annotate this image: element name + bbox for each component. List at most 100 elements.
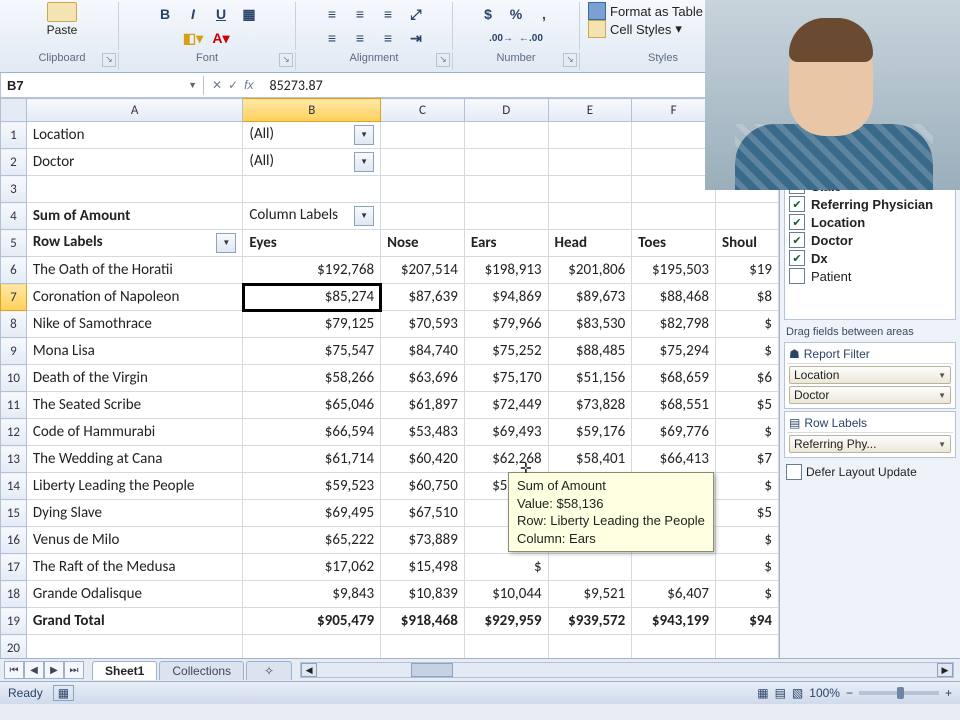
field-patient[interactable]: Patient <box>787 267 953 285</box>
row-header-1[interactable]: 1 <box>1 122 27 149</box>
view-normal-icon[interactable]: ▦ <box>757 686 768 700</box>
row-header-13[interactable]: 13 <box>1 446 27 473</box>
row-header-6[interactable]: 6 <box>1 257 27 284</box>
zoom-in-icon[interactable]: + <box>945 686 952 700</box>
view-break-icon[interactable]: ▧ <box>792 686 803 700</box>
underline-button[interactable]: U <box>209 2 233 26</box>
row-header-5[interactable]: 5 <box>1 230 27 257</box>
tab-collections[interactable]: Collections <box>159 661 244 680</box>
worksheet-grid[interactable]: ABCDEFG1Location(All)▼2Doctor(All)▼34Sum… <box>0 98 779 658</box>
decrease-decimal-button[interactable]: ←.00 <box>518 26 544 50</box>
row-header-19[interactable]: 19 <box>1 608 27 635</box>
column-header-F[interactable]: F <box>632 99 716 122</box>
column-header-B[interactable]: B <box>243 99 381 122</box>
column-header-C[interactable]: C <box>381 99 465 122</box>
row-header-11[interactable]: 11 <box>1 392 27 419</box>
font-launcher-icon[interactable]: ↘ <box>279 53 293 67</box>
chevron-down-icon[interactable]: ▼ <box>188 80 197 90</box>
macro-record-icon[interactable]: ▦ <box>53 685 74 701</box>
row-header-20[interactable]: 20 <box>1 635 27 659</box>
pill-location[interactable]: Location▼ <box>789 366 951 384</box>
cell-styles-button[interactable]: Cell Styles ▾ <box>588 20 682 38</box>
horizontal-scrollbar[interactable]: ◀ ▶ <box>300 662 954 678</box>
defer-layout-checkbox[interactable]: Defer Layout Update <box>784 460 956 484</box>
row-header-17[interactable]: 17 <box>1 554 27 581</box>
row-header-7[interactable]: 7 <box>1 284 27 311</box>
report-filter-area[interactable]: ☗Report Filter Location▼Doctor▼ <box>784 342 956 409</box>
row-header-10[interactable]: 10 <box>1 365 27 392</box>
indent-button[interactable]: ⇥ <box>404 26 428 50</box>
field-doctor[interactable]: Doctor <box>787 231 953 249</box>
select-all-corner[interactable] <box>1 99 27 122</box>
view-layout-icon[interactable]: ▤ <box>775 686 786 700</box>
row-label: Nike of Samothrace <box>26 311 243 338</box>
row-header-15[interactable]: 15 <box>1 500 27 527</box>
data-cell: $9,843 <box>243 581 381 608</box>
bold-button[interactable]: B <box>153 2 177 26</box>
row-header-18[interactable]: 18 <box>1 581 27 608</box>
data-cell: $17,062 <box>243 554 381 581</box>
field-dx[interactable]: Dx <box>787 249 953 267</box>
italic-button[interactable]: I <box>181 2 205 26</box>
tab-nav-first-icon[interactable]: ⏮ <box>4 661 24 679</box>
row-header-14[interactable]: 14 <box>1 473 27 500</box>
row-header-8[interactable]: 8 <box>1 311 27 338</box>
column-header-D[interactable]: D <box>464 99 548 122</box>
row-label: The Oath of the Horatii <box>26 257 243 284</box>
format-as-table-button[interactable]: Format as Table ▾ <box>588 2 714 20</box>
field-referring physician[interactable]: Referring Physician <box>787 195 953 213</box>
column-header-E[interactable]: E <box>548 99 632 122</box>
scroll-left-icon[interactable]: ◀ <box>301 663 317 677</box>
row-header-12[interactable]: 12 <box>1 419 27 446</box>
zoom-level[interactable]: 100% <box>809 686 840 700</box>
increase-decimal-button[interactable]: .00→ <box>488 26 514 50</box>
filter-dropdown-icon[interactable]: ▼ <box>354 206 374 226</box>
alignment-launcher-icon[interactable]: ↘ <box>436 53 450 67</box>
row-header-3[interactable]: 3 <box>1 176 27 203</box>
column-header-A[interactable]: A <box>26 99 243 122</box>
row-header-16[interactable]: 16 <box>1 527 27 554</box>
data-cell: $75,547 <box>243 338 381 365</box>
tab-nav-last-icon[interactable]: ⏭ <box>64 661 84 679</box>
filter-dropdown-icon[interactable]: ▼ <box>216 233 236 253</box>
name-box[interactable]: B7▼ <box>1 76 204 95</box>
pill-doctor[interactable]: Doctor▼ <box>789 386 951 404</box>
align-bot-button[interactable]: ≡ <box>376 2 400 26</box>
paste-button[interactable]: Paste <box>47 2 78 37</box>
row-header-4[interactable]: 4 <box>1 203 27 230</box>
percent-button[interactable]: % <box>504 2 528 26</box>
font-color-button[interactable]: A▾ <box>209 26 233 50</box>
filter-dropdown-icon[interactable]: ▼ <box>354 152 374 172</box>
fill-color-button[interactable]: ◧▾ <box>181 26 205 50</box>
field-location[interactable]: Location <box>787 213 953 231</box>
tab-nav-next-icon[interactable]: ▶ <box>44 661 64 679</box>
zoom-slider[interactable] <box>859 691 939 695</box>
orientation-button[interactable]: ⤢ <box>404 2 428 26</box>
align-left-button[interactable]: ≡ <box>320 26 344 50</box>
scroll-right-icon[interactable]: ▶ <box>937 663 953 677</box>
tab-sheet1[interactable]: Sheet1 <box>92 661 157 680</box>
zoom-out-icon[interactable]: − <box>846 686 853 700</box>
pill-referring-physician[interactable]: Referring Phy...▼ <box>789 435 951 453</box>
row-header-2[interactable]: 2 <box>1 149 27 176</box>
border-button[interactable]: ▦ <box>237 2 261 26</box>
row-label: Dying Slave <box>26 500 243 527</box>
align-top-button[interactable]: ≡ <box>320 2 344 26</box>
align-center-button[interactable]: ≡ <box>348 26 372 50</box>
comma-button[interactable]: , <box>532 2 556 26</box>
data-cell: $69,495 <box>243 500 381 527</box>
row-header-9[interactable]: 9 <box>1 338 27 365</box>
status-ready: Ready <box>8 686 43 700</box>
clipboard-launcher-icon[interactable]: ↘ <box>102 53 116 67</box>
number-launcher-icon[interactable]: ↘ <box>563 53 577 67</box>
fx-icon[interactable]: fx <box>244 78 253 92</box>
row-labels-area[interactable]: ▤Row Labels Referring Phy...▼ <box>784 411 956 458</box>
cancel-formula-icon[interactable]: ✕ <box>212 78 222 92</box>
tab-new[interactable]: ✧ <box>246 661 292 680</box>
align-right-button[interactable]: ≡ <box>376 26 400 50</box>
align-mid-button[interactable]: ≡ <box>348 2 372 26</box>
enter-formula-icon[interactable]: ✓ <box>228 78 238 92</box>
currency-button[interactable]: $ <box>476 2 500 26</box>
filter-dropdown-icon[interactable]: ▼ <box>354 125 374 145</box>
tab-nav-prev-icon[interactable]: ◀ <box>24 661 44 679</box>
